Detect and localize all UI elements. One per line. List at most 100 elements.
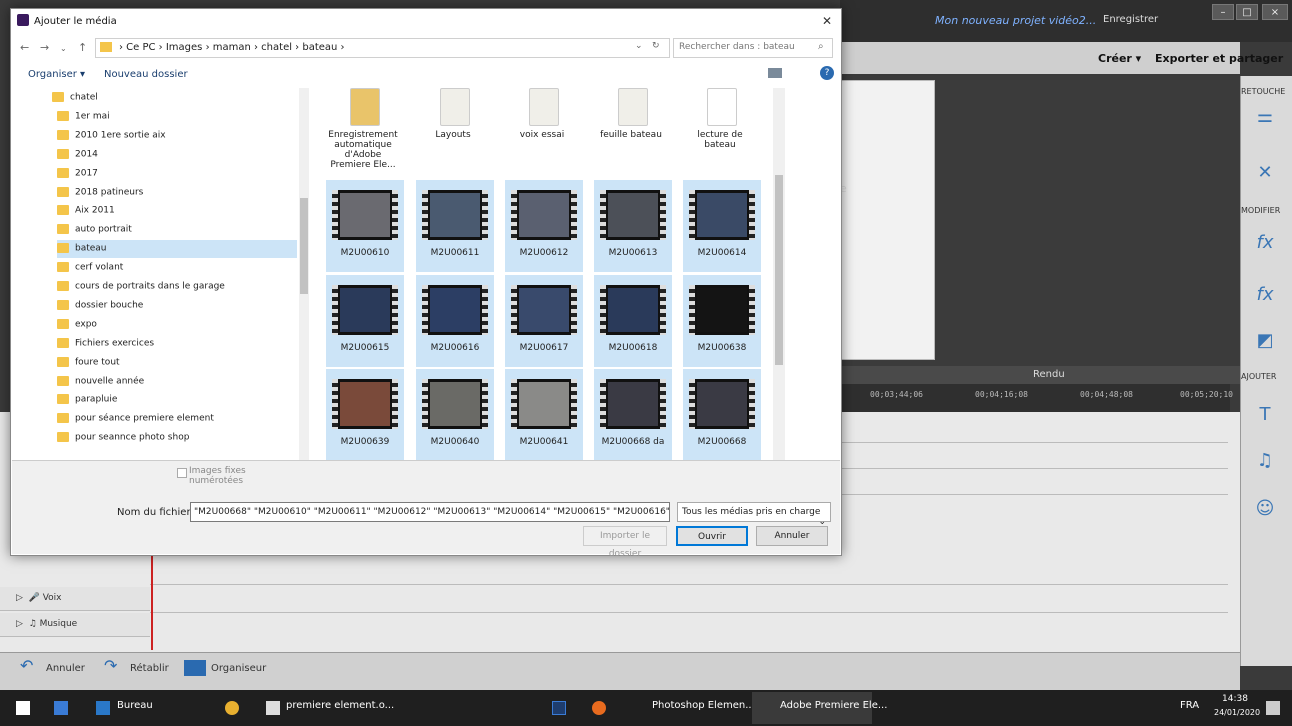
- view-options-icon[interactable]: [768, 68, 782, 78]
- transition-icon[interactable]: ◩: [1252, 328, 1278, 354]
- open-button[interactable]: Ouvrir: [676, 526, 748, 546]
- folder-tree-item[interactable]: auto portrait: [57, 221, 297, 239]
- chrome-icon[interactable]: [225, 701, 239, 715]
- video-tile[interactable]: M2U00618: [594, 275, 672, 367]
- organizer-button[interactable]: Organiseur: [211, 663, 266, 674]
- folder-tree-item[interactable]: 2018 patineurs: [57, 184, 297, 202]
- photoshop-icon[interactable]: [552, 701, 566, 715]
- language-indicator[interactable]: FRA: [1180, 700, 1199, 711]
- folder-tree-item[interactable]: 2014: [57, 146, 297, 164]
- desktop-icon[interactable]: [96, 701, 110, 715]
- folder-tree-item[interactable]: expo: [57, 316, 297, 334]
- video-tile[interactable]: M2U00615: [326, 275, 404, 367]
- title-icon[interactable]: T: [1252, 402, 1278, 428]
- film-sprocket: [392, 190, 398, 240]
- track-voix[interactable]: ▷ 🎤 Voix: [0, 587, 150, 611]
- folder-tree-item[interactable]: chatel: [52, 89, 292, 107]
- adjust-icon[interactable]: ⚌: [1252, 104, 1278, 130]
- tree-scroll-thumb[interactable]: [300, 198, 308, 294]
- help-icon[interactable]: ?: [820, 66, 834, 80]
- search-icon[interactable]: ⌕: [818, 41, 824, 52]
- import-folder-button[interactable]: Importer le dossier: [583, 526, 667, 559]
- video-tile[interactable]: M2U00638: [683, 275, 761, 367]
- redo-button[interactable]: Rétablir: [130, 663, 169, 674]
- organizer-icon[interactable]: [184, 660, 206, 676]
- folder-tree-item[interactable]: 2017: [57, 165, 297, 183]
- taskbar-photoshop[interactable]: Photoshop Elemen...: [652, 700, 755, 711]
- folder-tree-item[interactable]: Fichiers exercices: [57, 335, 297, 353]
- graphics-icon[interactable]: ☺: [1252, 496, 1278, 522]
- clock-time[interactable]: 14:38: [1222, 694, 1248, 704]
- forward-icon[interactable]: →: [40, 41, 49, 54]
- video-tile[interactable]: M2U00641: [505, 369, 583, 461]
- playhead[interactable]: [151, 555, 153, 650]
- folder-tree-item[interactable]: dossier bouche: [57, 297, 297, 315]
- create-button[interactable]: Créer ▾: [1098, 52, 1141, 65]
- video-tile[interactable]: M2U00616: [416, 275, 494, 367]
- numbered-stills-checkbox[interactable]: [177, 468, 187, 478]
- app-icon[interactable]: [54, 701, 68, 715]
- folder-tree-item[interactable]: parapluie: [57, 391, 297, 409]
- video-tile[interactable]: M2U00614: [683, 180, 761, 272]
- video-tile[interactable]: M2U00610: [326, 180, 404, 272]
- tools-icon[interactable]: ✕: [1252, 160, 1278, 186]
- filename-input[interactable]: "M2U00668" "M2U00610" "M2U00611" "M2U006…: [190, 502, 670, 522]
- maximize-icon[interactable]: □: [1236, 4, 1258, 20]
- windows-start-icon[interactable]: [16, 701, 30, 715]
- taskbar-premiere-doc[interactable]: premiere element.o...: [286, 700, 394, 711]
- taskbar-desktop[interactable]: Bureau: [117, 700, 153, 711]
- filetype-select[interactable]: Tous les médias pris en charge ⌄: [677, 502, 831, 527]
- render-button[interactable]: Rendu: [1033, 369, 1065, 380]
- back-icon[interactable]: ←: [20, 41, 29, 54]
- refresh-icon[interactable]: ↻: [652, 41, 660, 51]
- clock-date[interactable]: 24/01/2020: [1214, 708, 1260, 717]
- organize-button[interactable]: Organiser ▾: [28, 69, 85, 80]
- save-button[interactable]: Enregistrer: [1103, 14, 1158, 25]
- video-tile[interactable]: M2U00639: [326, 369, 404, 461]
- files-scroll-thumb[interactable]: [775, 175, 783, 365]
- folder-tree-item[interactable]: Aix 2011: [57, 202, 297, 220]
- notifications-icon[interactable]: [1266, 701, 1280, 715]
- video-tile[interactable]: M2U00612: [505, 180, 583, 272]
- file-tile[interactable]: lecture de bateau: [681, 88, 759, 178]
- new-folder-button[interactable]: Nouveau dossier: [104, 69, 188, 80]
- fx-icon[interactable]: fx: [1252, 282, 1278, 308]
- firefox-icon[interactable]: [592, 701, 606, 715]
- up-icon[interactable]: ↑: [78, 41, 87, 54]
- file-tile[interactable]: Layouts: [414, 88, 492, 178]
- fx-edit-icon[interactable]: fx: [1252, 230, 1278, 256]
- close-icon[interactable]: ✕: [822, 14, 832, 28]
- taskbar-premiere[interactable]: Adobe Premiere Ele...: [780, 700, 887, 711]
- video-tile[interactable]: M2U00668: [683, 369, 761, 461]
- video-tile[interactable]: M2U00668 da: [594, 369, 672, 461]
- breadcrumb[interactable]: › Ce PC › Images › maman › chatel › bate…: [119, 42, 345, 53]
- cancel-button[interactable]: Annuler: [756, 526, 828, 546]
- folder-tree-item[interactable]: cours de portraits dans le garage: [57, 278, 297, 296]
- folder-tree-item[interactable]: bateau: [57, 240, 297, 259]
- file-tile[interactable]: voix essai: [503, 88, 581, 178]
- folder-tree-item[interactable]: foure tout: [57, 354, 297, 372]
- video-tile[interactable]: M2U00611: [416, 180, 494, 272]
- video-tile[interactable]: M2U00640: [416, 369, 494, 461]
- folder-tree-item[interactable]: nouvelle année: [57, 373, 297, 391]
- music-icon[interactable]: ♫: [1252, 448, 1278, 474]
- document-icon[interactable]: [266, 701, 280, 715]
- minimize-icon[interactable]: –: [1212, 4, 1234, 20]
- track-musique[interactable]: ▷ ♫ Musique: [0, 613, 150, 637]
- recent-icon[interactable]: ⌄: [60, 44, 67, 53]
- folder-tree-item[interactable]: cerf volant: [57, 259, 297, 277]
- folder-tree-item[interactable]: pour seannce photo shop: [57, 429, 297, 447]
- chevron-down-icon[interactable]: ⌄: [635, 41, 643, 51]
- close-app-icon[interactable]: ×: [1262, 4, 1288, 20]
- folder-tree-item[interactable]: 2010 1ere sortie aix: [57, 127, 297, 145]
- export-share-button[interactable]: Exporter et partager: [1155, 52, 1283, 65]
- file-tile[interactable]: feuille bateau: [592, 88, 670, 178]
- video-tile[interactable]: M2U00617: [505, 275, 583, 367]
- folder-tree-item[interactable]: 1er mai: [57, 108, 297, 126]
- folder-tree-item[interactable]: pour séance premiere element: [57, 410, 297, 428]
- file-tile[interactable]: Enregistrement automatique d'Adobe Premi…: [324, 88, 402, 178]
- undo-icon[interactable]: ↶: [20, 656, 33, 675]
- video-tile[interactable]: M2U00613: [594, 180, 672, 272]
- undo-button[interactable]: Annuler: [46, 663, 85, 674]
- redo-icon[interactable]: ↷: [104, 656, 117, 675]
